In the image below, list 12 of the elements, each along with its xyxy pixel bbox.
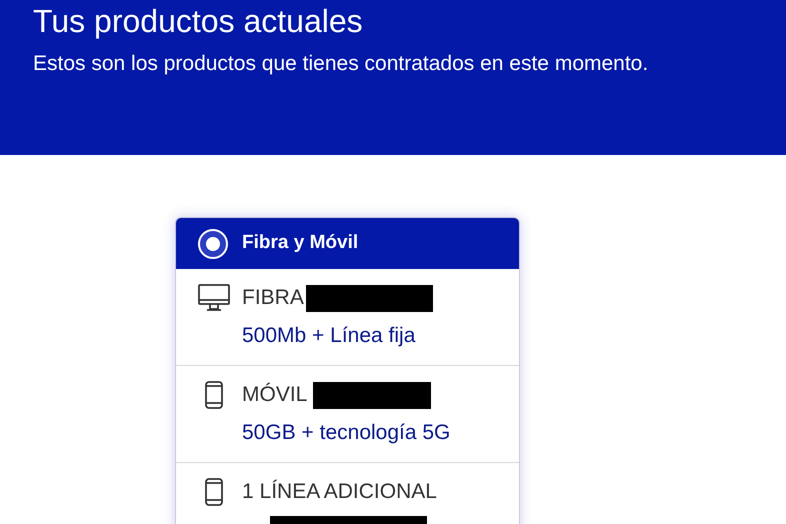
product-name: FIBRA xyxy=(242,285,304,311)
plan-name: Fibra y Móvil xyxy=(242,231,358,256)
product-name: MÓVIL xyxy=(242,382,308,408)
product-detail: 50GB + tecnología 5G xyxy=(242,420,450,446)
phone-icon xyxy=(204,381,224,409)
phone-icon xyxy=(204,478,224,506)
radio-button[interactable] xyxy=(198,228,228,258)
page-subtitle: Estos son los productos que tienes contratados en este momento. xyxy=(33,51,650,77)
monitor-icon xyxy=(198,284,230,312)
product-detail: 500Mb + Línea fija xyxy=(242,323,416,349)
page-title: Tus productos actuales xyxy=(33,2,364,40)
product-name: 1 LÍNEA ADICIONAL xyxy=(242,478,437,505)
